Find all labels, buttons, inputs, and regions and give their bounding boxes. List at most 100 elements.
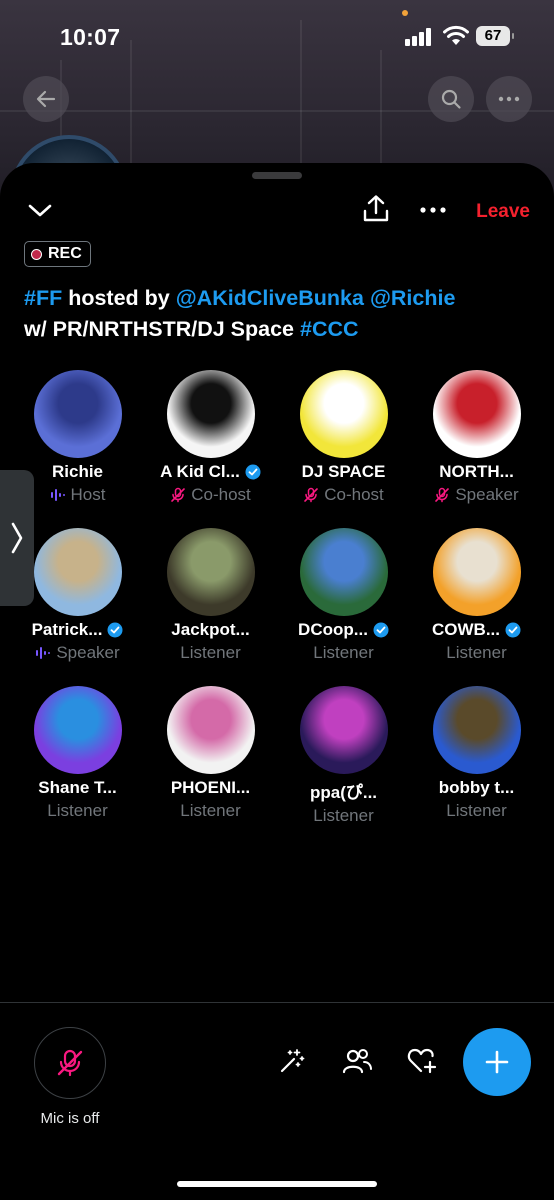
participant-avatar[interactable] — [432, 686, 521, 774]
participant[interactable]: A Kid Cl... Co-host — [144, 370, 277, 505]
recording-badge: REC — [24, 241, 91, 267]
side-panel-tab[interactable] — [0, 470, 34, 606]
participant-role: Listener — [313, 806, 374, 825]
participant-role: Co-host — [191, 485, 251, 504]
mic-off-icon — [435, 487, 450, 503]
status-bar: 10:07 67 — [0, 0, 554, 72]
participant-name: Shane T... — [38, 778, 117, 797]
participant[interactable]: DJ SPACE Co-host — [277, 370, 410, 505]
effects-button[interactable] — [275, 1044, 309, 1078]
participant-role: Speaker — [56, 643, 120, 662]
participant-avatar[interactable] — [33, 686, 122, 774]
mic-toggle-button[interactable] — [34, 1027, 106, 1099]
mic-off-icon — [304, 487, 319, 503]
verified-badge-icon — [107, 622, 123, 638]
share-button[interactable] — [358, 191, 394, 227]
search-button[interactable] — [428, 76, 474, 122]
participant-name: Patrick... — [31, 620, 103, 639]
recording-label: REC — [48, 245, 82, 262]
share-icon — [363, 195, 389, 222]
participant[interactable]: DCoop... Listener — [277, 528, 410, 663]
participant-name-row: NORTH... — [410, 462, 543, 482]
participant-avatar[interactable] — [33, 370, 122, 458]
participant-name-row: COWB... — [410, 620, 543, 640]
hashtag-link[interactable]: #CCC — [300, 317, 359, 341]
participant-role: Listener — [446, 801, 507, 820]
people-button[interactable] — [340, 1044, 374, 1078]
mic-status-label: Mic is off — [40, 1110, 100, 1127]
mention-link[interactable]: @Richie — [370, 286, 456, 310]
participant-name: PHOENI... — [170, 778, 251, 797]
participant-avatar[interactable] — [166, 528, 255, 616]
search-icon — [441, 89, 461, 109]
participant-avatar[interactable] — [299, 686, 388, 774]
verified-badge-icon — [373, 622, 389, 638]
chevron-right-icon — [11, 522, 23, 554]
reactions-button[interactable] — [405, 1044, 439, 1078]
participant-name: DJ SPACE — [301, 462, 386, 481]
participant[interactable]: PHOENI... Listener — [144, 686, 277, 821]
participant-avatar[interactable] — [432, 528, 521, 616]
participant-avatar[interactable] — [33, 528, 122, 616]
more-options-button[interactable] — [486, 76, 532, 122]
verified-badge-icon — [505, 622, 521, 638]
participant-role-row: Listener — [277, 643, 410, 663]
space-title: #FF hosted by @AKidCliveBunka @Richie w/ … — [24, 283, 544, 345]
participant[interactable]: ppa(ぴ... Listener — [277, 686, 410, 826]
participant-role-row: Speaker — [410, 485, 543, 505]
participant-role-row: Speaker — [11, 643, 144, 663]
participant-role: Speaker — [455, 485, 519, 504]
participant-name-row: A Kid Cl... — [144, 462, 277, 482]
participant-role: Listener — [446, 643, 507, 662]
chevron-down-icon — [28, 204, 52, 217]
mic-off-icon — [57, 1049, 83, 1077]
sheet-grabber[interactable] — [252, 172, 302, 179]
hashtag-link[interactable]: #FF — [24, 286, 62, 310]
participant-role: Listener — [47, 801, 108, 820]
status-time: 10:07 — [60, 24, 121, 50]
participant-avatar[interactable] — [432, 370, 521, 458]
participant-avatar[interactable] — [299, 370, 388, 458]
verified-badge-icon — [245, 464, 261, 480]
arrow-left-icon — [36, 90, 56, 108]
participant[interactable]: NORTH... Speaker — [410, 370, 543, 505]
participant-role: Listener — [313, 643, 374, 662]
participant-avatar[interactable] — [299, 528, 388, 616]
participant-name-row: Jackpot... — [144, 620, 277, 640]
participant[interactable]: bobby t... Listener — [410, 686, 543, 821]
participant-name: A Kid Cl... — [160, 462, 240, 481]
participant-name-row: bobby t... — [410, 778, 543, 798]
leave-button[interactable]: Leave — [476, 201, 530, 223]
participant[interactable]: Jackpot... Listener — [144, 528, 277, 663]
battery-indicator: 67 — [476, 26, 514, 46]
space-options-button[interactable] — [416, 193, 450, 227]
participant-name-row: DCoop... — [277, 620, 410, 640]
participant-role-row: Co-host — [144, 485, 277, 505]
compose-button[interactable] — [463, 1028, 531, 1096]
participant-role-row: Co-host — [277, 485, 410, 505]
participant-role-row: Listener — [410, 643, 543, 663]
participant-role: Host — [70, 485, 106, 504]
bottom-divider — [0, 1002, 554, 1003]
participant-name: NORTH... — [439, 462, 514, 481]
participant-name-row: Shane T... — [11, 778, 144, 798]
participant-role-row: Listener — [144, 643, 277, 663]
participant-role-row: Listener — [410, 801, 543, 821]
minimize-button[interactable] — [24, 195, 56, 227]
speaking-bars-icon — [36, 647, 51, 659]
participant-name-row: DJ SPACE — [277, 462, 410, 482]
participant-role: Listener — [180, 801, 241, 820]
participant-avatar[interactable] — [166, 686, 255, 774]
participant[interactable]: Shane T... Listener — [11, 686, 144, 821]
participant[interactable]: COWB... Listener — [410, 528, 543, 663]
back-button[interactable] — [23, 76, 69, 122]
participant-name: Jackpot... — [171, 620, 250, 639]
mention-link[interactable]: @AKidCliveBunka — [176, 286, 364, 310]
plus-icon — [485, 1050, 509, 1074]
heart-plus-icon — [407, 1048, 437, 1074]
participant-avatar[interactable] — [166, 370, 255, 458]
participant-role: Co-host — [324, 485, 384, 504]
speaking-bars-icon — [50, 489, 65, 501]
participant-name: COWB... — [432, 620, 500, 639]
participant-role-row: Listener — [277, 806, 410, 826]
